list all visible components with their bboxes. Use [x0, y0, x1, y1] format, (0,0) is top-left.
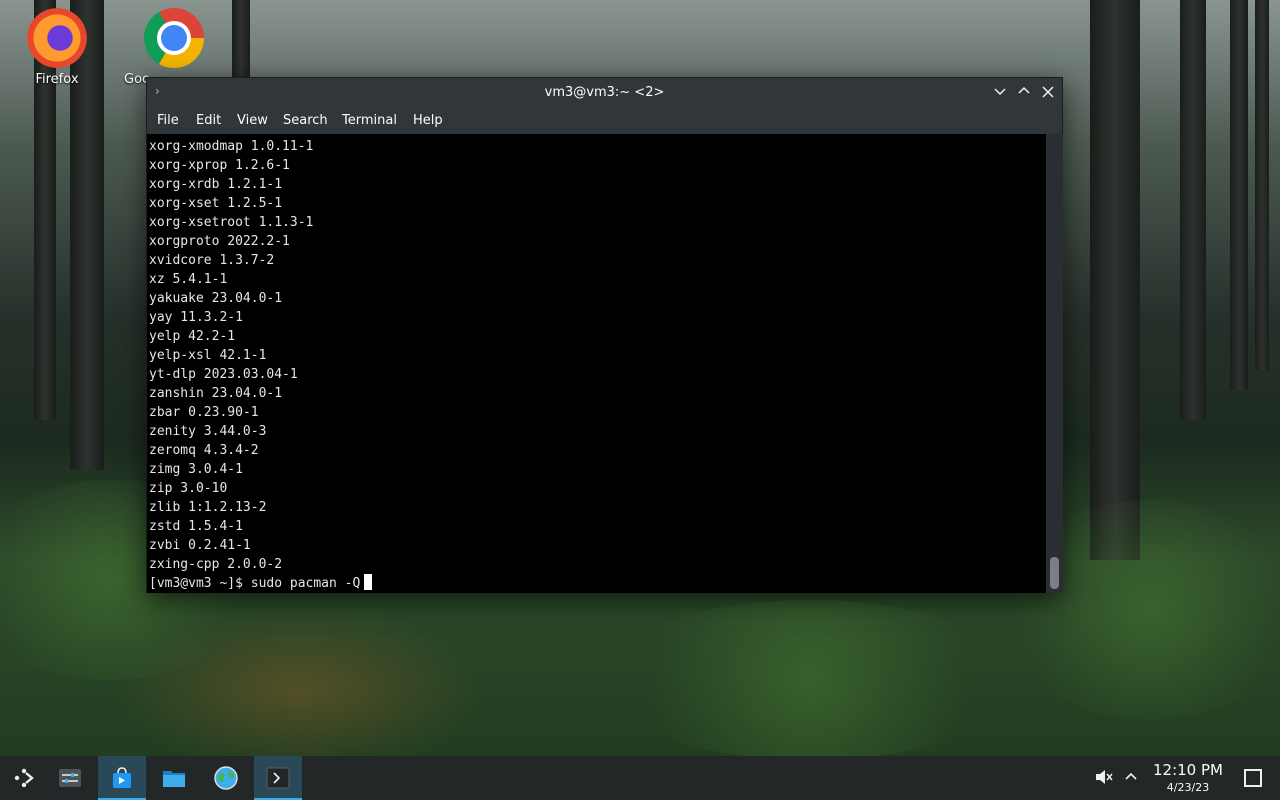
app-launcher-icon	[14, 768, 34, 788]
chevron-up-icon	[1018, 86, 1030, 94]
chevron-up-icon	[1125, 772, 1137, 780]
tray-volume-button[interactable]	[1094, 767, 1116, 789]
taskbar-web-browser[interactable]	[202, 756, 250, 800]
menu-search[interactable]: Search	[283, 113, 328, 128]
terminal-line: zlib 1:1.2.13-2	[149, 500, 267, 515]
menu-help[interactable]: Help	[413, 113, 443, 128]
chrome-icon	[144, 8, 204, 68]
terminal-line: zimg 3.0.4-1	[149, 462, 243, 477]
discover-icon	[113, 767, 131, 788]
chevron-down-icon	[994, 88, 1006, 96]
menubar: File Edit View Search Terminal Help	[147, 108, 1062, 134]
terminal-prompt-line: [vm3@vm3 ~]$ sudo pacman -Q	[149, 574, 1046, 593]
terminal-line: yelp-xsl 42.1-1	[149, 348, 267, 363]
desktop-icon-firefox[interactable]: Firefox	[17, 8, 97, 87]
terminal-line: xz 5.4.1-1	[149, 272, 228, 287]
konsole-icon	[266, 767, 290, 789]
app-launcher-button[interactable]	[0, 756, 48, 800]
terminal-output[interactable]: xorg-xmodmap 1.0.11-1 xorg-xprop 1.2.6-1 x…	[147, 134, 1046, 593]
terminal-line: yay 11.3.2-1	[149, 310, 243, 325]
taskbar-discover[interactable]	[98, 756, 146, 800]
terminal-cursor	[364, 574, 373, 590]
scrollbar-thumb[interactable]	[1050, 557, 1059, 589]
terminal-line: zeromq 4.3.4-2	[149, 443, 259, 458]
minimize-button[interactable]	[989, 82, 1011, 104]
terminal-line: zenity 3.44.0-3	[149, 424, 267, 439]
terminal-line: zvbi 0.2.41-1	[149, 538, 251, 553]
terminal-line: zanshin 23.04.0-1	[149, 386, 283, 401]
terminal-line: xorg-xsetroot 1.1.3-1	[149, 215, 314, 230]
terminal-line: zbar 0.23.90-1	[149, 405, 259, 420]
clock-date[interactable]: 4/23/23	[1148, 781, 1228, 794]
menu-edit[interactable]: Edit	[196, 113, 221, 128]
close-button[interactable]	[1037, 82, 1059, 104]
terminal-line: zstd 1.5.4-1	[149, 519, 243, 534]
volume-muted-icon	[1096, 770, 1113, 784]
terminal-scrollbar[interactable]	[1046, 134, 1063, 593]
terminal-window: › vm3@vm3:~ <2> File Edit View Search Te…	[146, 77, 1063, 593]
terminal-line: yakuake 23.04.0-1	[149, 291, 283, 306]
terminal-line: xorg-xprop 1.2.6-1	[149, 158, 290, 173]
terminal-line: xorgproto 2022.2-1	[149, 234, 290, 249]
taskbar: 12:10 PM 4/23/23	[0, 756, 1280, 800]
close-icon	[1042, 86, 1054, 98]
menu-view[interactable]: View	[237, 113, 268, 128]
window-titlebar[interactable]: › vm3@vm3:~ <2>	[147, 78, 1062, 108]
terminal-lines: xorg-xmodmap 1.0.11-1 xorg-xprop 1.2.6-1 x…	[147, 134, 1046, 593]
terminal-line: xorg-xrdb 1.2.1-1	[149, 177, 283, 192]
tray-expand-button[interactable]	[1124, 766, 1138, 790]
file-manager-icon	[163, 771, 185, 787]
system-settings-icon	[59, 769, 81, 787]
firefox-icon	[27, 8, 87, 68]
window-title: vm3@vm3:~ <2>	[544, 85, 665, 100]
terminal-line: xorg-xset 1.2.5-1	[149, 196, 283, 211]
taskbar-system-settings[interactable]	[46, 756, 94, 800]
terminal-line: zip 3.0-10	[149, 481, 228, 496]
terminal-prompt: [vm3@vm3 ~]$ sudo pacman -Q	[149, 576, 361, 591]
taskbar-konsole[interactable]	[254, 756, 302, 800]
terminal-line: yelp 42.2-1	[149, 329, 236, 344]
clock-time[interactable]: 12:10 PM	[1148, 761, 1228, 779]
desktop-icon-label: Firefox	[35, 72, 79, 87]
desktop-icon-google-chrome[interactable]: Goo	[124, 8, 214, 87]
menu-terminal[interactable]: Terminal	[342, 113, 397, 128]
menu-file[interactable]: File	[157, 113, 179, 128]
terminal-line: xorg-xmodmap 1.0.11-1	[149, 139, 314, 154]
web-browser-icon	[214, 766, 238, 790]
taskbar-file-manager[interactable]	[150, 756, 198, 800]
maximize-button[interactable]	[1013, 82, 1035, 104]
show-desktop-button[interactable]	[1244, 769, 1262, 787]
terminal-line: xvidcore 1.3.7-2	[149, 253, 275, 268]
terminal-line: yt-dlp 2023.03.04-1	[149, 367, 298, 382]
terminal-line: zxing-cpp 2.0.0-2	[149, 557, 283, 572]
